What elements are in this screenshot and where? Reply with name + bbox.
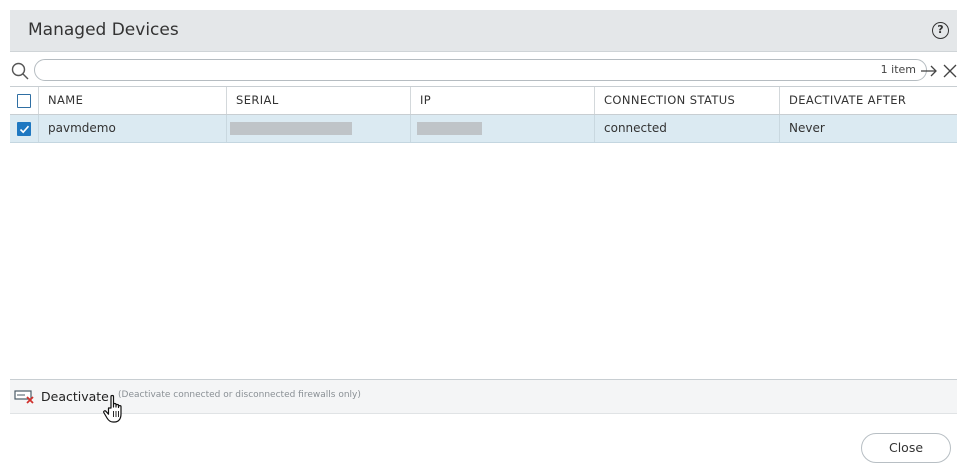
header-select-cell [10,87,39,114]
column-header-connection-status[interactable]: CONNECTION STATUS [595,87,780,114]
column-header-deactivate-after[interactable]: DEACTIVATE AFTER [780,87,957,114]
devices-table: NAME SERIAL IP CONNECTION STATUS DEACTIV… [10,86,957,380]
search-icon [11,62,29,80]
arrow-right-icon[interactable] [920,62,938,80]
search-input[interactable] [45,62,865,78]
action-bar: Deactivate (Deactivate connected or disc… [10,380,957,414]
table-header: NAME SERIAL IP CONNECTION STATUS DEACTIV… [10,87,957,115]
close-button[interactable]: Close [861,433,951,463]
table-row[interactable]: pavmdemo connected Never [10,115,957,143]
row-select-cell [10,115,39,142]
deactivate-label: Deactivate [41,389,109,404]
checkmark-icon [19,125,30,134]
dialog-title: Managed Devices [28,20,179,40]
cell-ip [411,115,595,142]
search-row: 1 item [10,58,957,84]
cell-connection-status: connected [595,115,780,142]
column-header-name[interactable]: NAME [39,87,227,114]
cell-name: pavmdemo [39,115,227,142]
dialog-header: Managed Devices ? [10,10,957,52]
deactivate-icon [14,390,34,404]
cell-serial [227,115,411,142]
select-all-checkbox[interactable] [17,94,31,108]
row-checkbox[interactable] [17,122,31,136]
cell-deactivate-after: Never [789,121,825,135]
column-header-serial[interactable]: SERIAL [227,87,411,114]
redacted-serial [230,122,352,135]
column-header-ip[interactable]: IP [411,87,595,114]
help-icon[interactable]: ? [932,22,949,39]
close-x-icon[interactable] [942,62,957,80]
search-input-box[interactable]: 1 item [34,59,927,81]
deactivate-hint: (Deactivate connected or disconnected fi… [118,390,361,400]
hand-cursor-icon [103,394,122,423]
item-count: 1 item [880,63,916,76]
redacted-ip [417,122,482,135]
